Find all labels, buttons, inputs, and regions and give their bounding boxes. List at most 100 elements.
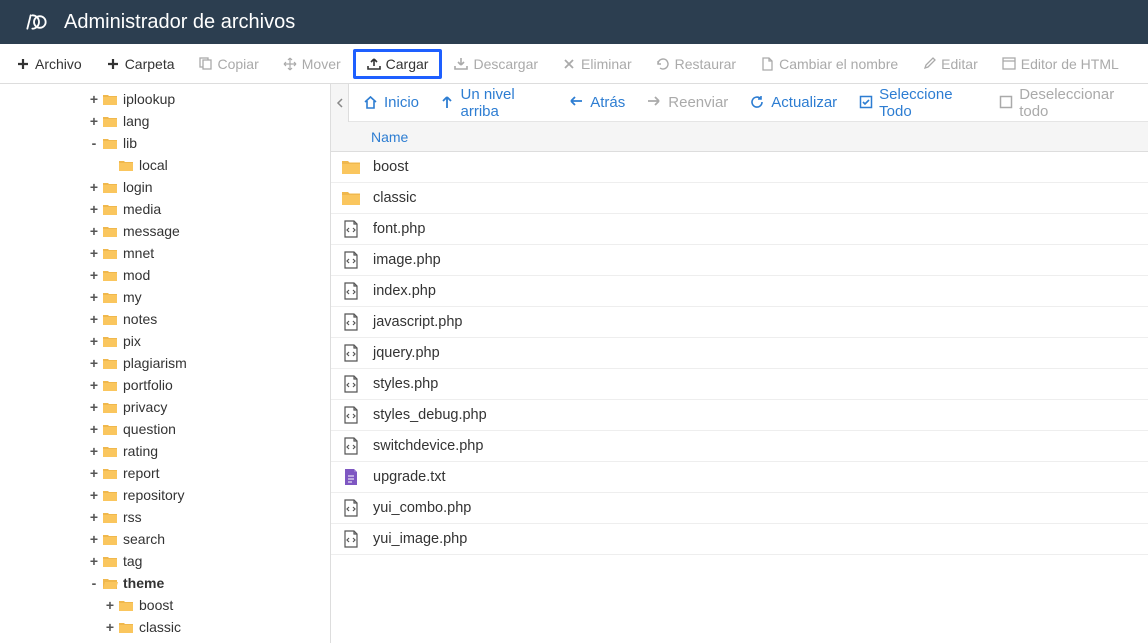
file-row[interactable]: index.php — [331, 276, 1148, 307]
file-row[interactable]: upgrade.txt — [331, 462, 1148, 493]
tree-toggle[interactable]: + — [88, 333, 100, 349]
tree-toggle[interactable]: + — [104, 597, 116, 613]
app-title: Administrador de archivos — [64, 11, 295, 34]
file-button[interactable]: Archivo — [4, 50, 94, 78]
file-row[interactable]: boost — [331, 152, 1148, 183]
nav-label: Inicio — [384, 94, 419, 111]
tree-node-mod[interactable]: + mod — [0, 264, 330, 286]
file-list-header[interactable]: Name — [331, 122, 1148, 152]
tree-toggle[interactable]: + — [104, 619, 116, 635]
tree-toggle[interactable]: + — [88, 289, 100, 305]
file-row[interactable]: image.php — [331, 245, 1148, 276]
nav-label: Seleccione Todo — [879, 86, 977, 120]
tree-node-question[interactable]: + question — [0, 418, 330, 440]
tree-node-classic[interactable]: +classic — [0, 616, 330, 638]
tree-toggle[interactable]: + — [88, 113, 100, 129]
tree-label: mnet — [123, 245, 154, 261]
tree-node-my[interactable]: +my — [0, 286, 330, 308]
file-name: classic — [373, 190, 417, 206]
folder-icon — [102, 511, 118, 524]
nav-label: Actualizar — [771, 94, 837, 111]
collapse-sidebar-tab[interactable] — [331, 84, 349, 122]
tree-node-pix[interactable]: +pix — [0, 330, 330, 352]
upload-button[interactable]: Cargar — [353, 49, 443, 79]
tree-toggle[interactable]: + — [88, 91, 100, 107]
file-row[interactable]: yui_combo.php — [331, 493, 1148, 524]
tree-toggle[interactable]: - — [88, 135, 100, 151]
file-row[interactable]: yui_image.php — [331, 524, 1148, 555]
tree-node-mnet[interactable]: + mnet — [0, 242, 330, 264]
tree-toggle[interactable]: + — [88, 355, 100, 371]
tree-node-rss[interactable]: +rss — [0, 506, 330, 528]
tree-node-theme[interactable]: -theme — [0, 572, 330, 594]
tree-toggle[interactable]: + — [88, 553, 100, 569]
file-row[interactable]: switchdevice.php — [331, 431, 1148, 462]
tree-node-report[interactable]: +report — [0, 462, 330, 484]
tree-node-local[interactable]: local — [0, 154, 330, 176]
nav-home[interactable]: Inicio — [363, 94, 419, 111]
folder-icon — [102, 467, 118, 480]
toolbar-label: Mover — [302, 56, 341, 72]
tree-toggle[interactable]: + — [88, 179, 100, 195]
tree-toggle[interactable]: + — [88, 487, 100, 503]
tree-toggle[interactable]: + — [88, 201, 100, 217]
file-row[interactable]: classic — [331, 183, 1148, 214]
tree-toggle[interactable]: + — [88, 377, 100, 393]
column-header-name[interactable]: Name — [371, 129, 408, 145]
tree-toggle[interactable]: + — [88, 509, 100, 525]
tree-node-portfolio[interactable]: +portfolio — [0, 374, 330, 396]
tree-node-message[interactable]: +message — [0, 220, 330, 242]
tree-node-tag[interactable]: +tag — [0, 550, 330, 572]
file-row[interactable]: styles.php — [331, 369, 1148, 400]
tree-toggle[interactable]: + — [88, 245, 100, 261]
folder-button[interactable]: Carpeta — [94, 50, 187, 78]
nav-reload[interactable]: Actualizar — [750, 94, 837, 111]
file-row[interactable]: jquery.php — [331, 338, 1148, 369]
tree-label: login — [123, 179, 153, 195]
tree-label: repository — [123, 487, 184, 503]
tree-toggle[interactable]: + — [88, 465, 100, 481]
folder-tree-sidebar[interactable]: +iplookup+lang-liblocal + login +media+mess… — [0, 84, 330, 643]
nav-up[interactable]: Un nivel arriba — [441, 86, 547, 120]
tree-node-lib[interactable]: -lib — [0, 132, 330, 154]
folder-icon — [102, 225, 118, 238]
tree-node-notes[interactable]: +notes — [0, 308, 330, 330]
file-name: styles.php — [373, 376, 438, 392]
tree-label: search — [123, 531, 165, 547]
main-toolbar: ArchivoCarpetaCopiarMoverCargarDescargar… — [0, 44, 1148, 84]
tree-toggle[interactable]: + — [88, 531, 100, 547]
rename-icon — [760, 57, 774, 71]
file-row[interactable]: font.php — [331, 214, 1148, 245]
tree-toggle[interactable]: + — [88, 267, 100, 283]
file-name: yui_image.php — [373, 531, 467, 547]
tree-node-media[interactable]: +media — [0, 198, 330, 220]
tree-toggle[interactable]: + — [88, 443, 100, 459]
delete-icon — [562, 57, 576, 71]
tree-node-repository[interactable]: + repository — [0, 484, 330, 506]
upload-icon — [367, 57, 381, 71]
tree-node-plagiarism[interactable]: +plagiarism — [0, 352, 330, 374]
nav-back[interactable]: Atrás — [569, 94, 625, 111]
tree-node-user[interactable]: +user — [0, 638, 330, 643]
tree-toggle[interactable]: - — [88, 575, 100, 591]
tree-node-search[interactable]: + search — [0, 528, 330, 550]
file-row[interactable]: javascript.php — [331, 307, 1148, 338]
download-button: Descargar — [442, 50, 550, 78]
tree-label: mod — [123, 267, 150, 283]
tree-node-privacy[interactable]: +privacy — [0, 396, 330, 418]
tree-label: question — [123, 421, 176, 437]
tree-toggle[interactable]: + — [88, 223, 100, 239]
nav-selectall[interactable]: Seleccione Todo — [859, 86, 977, 120]
tree-node-rating[interactable]: +rating — [0, 440, 330, 462]
file-name: boost — [373, 159, 408, 175]
tree-node-iplookup[interactable]: +iplookup — [0, 88, 330, 110]
tree-toggle[interactable]: + — [88, 421, 100, 437]
content-pane: InicioUn nivel arribaAtrásReenviarActual… — [330, 84, 1148, 643]
tree-node-boost[interactable]: +boost — [0, 594, 330, 616]
tree-toggle[interactable]: + — [88, 399, 100, 415]
tree-node-login[interactable]: + login — [0, 176, 330, 198]
toolbar-label: Carpeta — [125, 56, 175, 72]
tree-toggle[interactable]: + — [88, 311, 100, 327]
file-row[interactable]: styles_debug.php — [331, 400, 1148, 431]
tree-node-lang[interactable]: +lang — [0, 110, 330, 132]
